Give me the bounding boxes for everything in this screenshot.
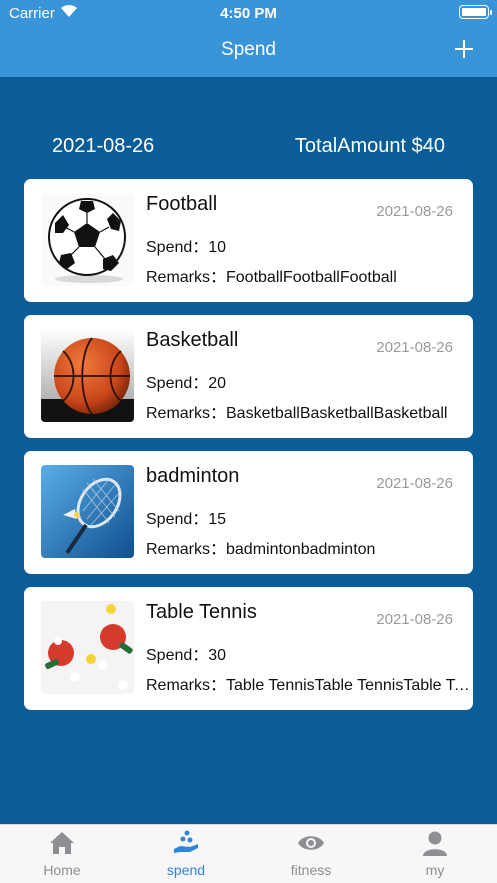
record-spend: Spend：10 [146,239,227,256]
home-icon [50,832,74,854]
tab-bar: Home spend fitness my [0,824,497,883]
table-tennis-image [41,601,134,694]
total-amount: TotalAmount $40 [294,135,445,157]
tab-fitness[interactable]: fitness [249,825,373,883]
tab-label: my [425,862,445,878]
coins-hand-icon [174,830,198,853]
add-record-button[interactable] [449,34,479,64]
badminton-image [41,465,134,558]
record-remarks: Remarks：FootballFootballFootball [146,269,397,286]
tab-label: fitness [290,862,332,878]
eye-icon [298,836,324,850]
record-spend: Spend：30 [146,647,227,664]
record-title: Football [146,193,218,215]
tab-label: Home [43,862,81,878]
record-spend: Spend：15 [146,511,227,528]
record-remarks: Remarks：Table TennisTable TennisTable Te… [146,677,471,694]
spend-record-card[interactable]: Football 2021-08-26 Spend：10 Remarks：Foo… [24,179,473,302]
basketball-image [41,329,134,422]
record-date: 2021-08-26 [376,611,453,628]
person-icon [423,831,447,856]
record-remarks: Remarks：BasketballBasketballBasketball [146,405,448,422]
summary-date: 2021-08-26 [52,135,155,157]
record-spend: Spend：20 [146,375,227,392]
record-remarks: Remarks：badmintonbadminton [146,541,376,558]
spend-record-card[interactable]: Basketball 2021-08-26 Spend：20 Remarks：B… [24,315,473,438]
status-time: 4:50 PM [220,5,277,22]
record-date: 2021-08-26 [376,339,453,356]
top-bar: Carrier 4:50 PM Spend [0,0,497,77]
tab-label: spend [166,862,206,878]
tab-spend[interactable]: spend [124,825,248,883]
tab-my[interactable]: my [373,825,497,883]
record-title: badminton [146,465,240,487]
spend-record-card[interactable]: badminton 2021-08-26 Spend：15 Remarks：ba… [24,451,473,574]
battery-icon [459,5,492,19]
status-bar: Carrier 4:50 PM [0,0,497,26]
page-title: Spend [221,39,276,60]
record-date: 2021-08-26 [376,203,453,220]
soccer-ball-image [41,193,134,286]
record-date: 2021-08-26 [376,475,453,492]
spend-record-card[interactable]: Table Tennis 2021-08-26 Spend：30 Remarks… [24,587,473,710]
tab-home[interactable]: Home [0,825,124,883]
record-title: Basketball [146,329,239,351]
record-title: Table Tennis [146,601,257,623]
